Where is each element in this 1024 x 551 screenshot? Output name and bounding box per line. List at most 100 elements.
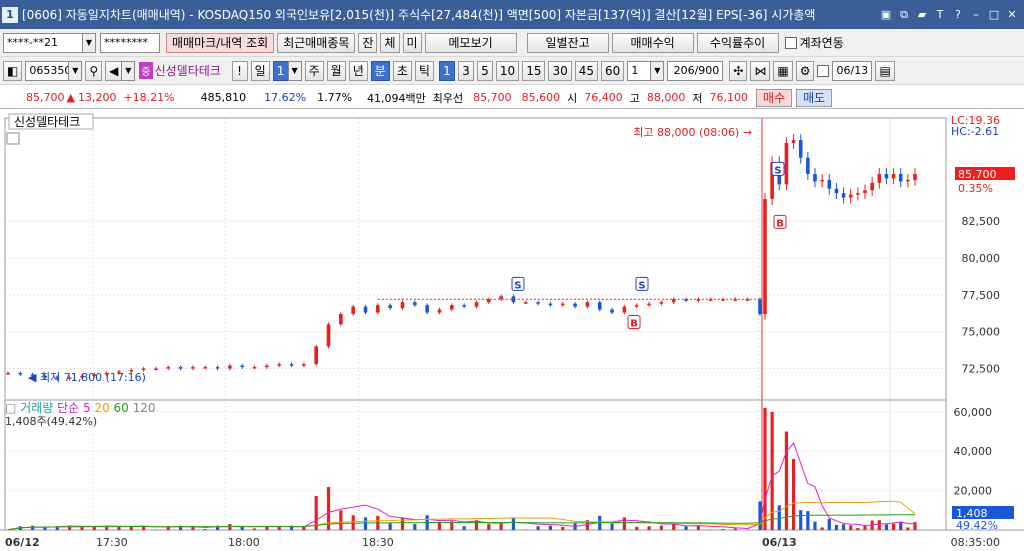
candle [178, 367, 183, 369]
candle [252, 367, 257, 369]
minute-15[interactable]: 15 [522, 60, 546, 81]
time-tick-label: 08:35:00 [951, 536, 1000, 549]
maximize-icon[interactable]: □ [986, 7, 1002, 23]
current-price-value: 85,700 [958, 168, 997, 181]
candle [536, 302, 540, 304]
candle [791, 140, 796, 144]
indicator-icon[interactable]: ⋈ [750, 60, 771, 81]
volume-bar [302, 526, 306, 530]
minute-1[interactable]: 1 [438, 60, 455, 81]
volume-bar [721, 529, 725, 530]
candle [548, 303, 553, 306]
buy-button[interactable]: 매수 [756, 88, 793, 107]
volume-bar [462, 526, 466, 530]
layout-icon[interactable]: ▣ [878, 7, 894, 23]
marker-label: B [776, 218, 784, 229]
minute-3[interactable]: 3 [457, 60, 474, 81]
period-month[interactable]: 월 [326, 60, 346, 81]
recent-trades-button[interactable]: 최근매매종목 [277, 32, 356, 53]
unexecuted-button[interactable]: 미 [402, 32, 422, 53]
candle [277, 364, 282, 366]
ask-price: 85,700 [473, 91, 512, 104]
interval-dropdown-icon[interactable]: ▼ [650, 60, 665, 81]
font-icon[interactable]: T [932, 7, 948, 23]
date-input[interactable]: 06/13 [832, 60, 873, 81]
stock-badge: 중 [139, 62, 153, 79]
profit-rate-button[interactable]: 수익률추이 [696, 32, 779, 53]
minute-60[interactable]: 60 [601, 60, 625, 81]
minimize-icon[interactable]: – [968, 7, 984, 23]
alert-button[interactable]: ! [231, 60, 248, 81]
trade-mark-button[interactable]: 매매마크/내역 조회 [166, 32, 275, 53]
volume-bar [684, 526, 688, 530]
minute-45[interactable]: 45 [574, 60, 599, 81]
help-icon[interactable]: ? [950, 7, 966, 23]
min-price-label: ◀ 최저 71,800 (17:16) [28, 371, 146, 384]
candle [906, 179, 910, 182]
low-price: 76,100 [709, 91, 749, 104]
account-link-checkbox[interactable] [784, 36, 797, 49]
period-second[interactable]: 초 [392, 60, 412, 81]
volume-current-pct: 49.42% [956, 519, 998, 532]
price-tick-label: 77,500 [962, 289, 1001, 302]
executed-button[interactable]: 체 [380, 32, 400, 53]
minute-10[interactable]: 10 [495, 60, 520, 81]
volume-note: 1,408주(49.42%) [5, 415, 97, 428]
copy-window-icon[interactable]: ⧉ [896, 7, 912, 23]
period-year[interactable]: 년 [348, 60, 368, 81]
current-price-pct: 0.35% [958, 182, 993, 195]
period-minute[interactable]: 분 [370, 60, 390, 81]
candle [610, 309, 614, 313]
candle [647, 303, 651, 306]
crosshair-icon[interactable]: ✣ [729, 60, 748, 81]
password-input[interactable]: ******** [100, 32, 160, 53]
sound-icon[interactable]: ◀ [105, 60, 123, 81]
memo-button[interactable]: 메모보기 [424, 32, 517, 53]
date-checkbox[interactable] [817, 64, 830, 77]
bookmark-icon[interactable]: ▰ [914, 7, 930, 23]
minute-5[interactable]: 5 [476, 60, 493, 81]
search-icon[interactable]: ⚲ [85, 60, 103, 81]
volume-bar [622, 517, 626, 530]
volume-bar [659, 525, 663, 530]
candle [6, 372, 10, 375]
time-tick-label: 06/12 [5, 536, 40, 549]
stock-code-input[interactable]: 065350 [25, 60, 71, 81]
period-day-count[interactable]: 1 [272, 60, 289, 81]
daily-balance-button[interactable]: 일별잔고 [526, 32, 609, 53]
period-day[interactable]: 일 [250, 60, 270, 81]
trade-profit-button[interactable]: 매매수익 [611, 32, 694, 53]
balance-button[interactable]: 잔 [358, 32, 378, 53]
day-count-dropdown-icon[interactable]: ▼ [287, 60, 302, 81]
candle [523, 302, 528, 304]
period-week[interactable]: 주 [304, 60, 324, 81]
candle [884, 174, 889, 179]
period-tick[interactable]: 틱 [414, 60, 434, 81]
chart-settings-icon[interactable]: ◧ [3, 60, 23, 81]
volume-bar [696, 525, 700, 530]
candle [376, 305, 380, 313]
sell-button[interactable]: 매도 [796, 88, 833, 107]
sound-dropdown-icon[interactable]: ▼ [121, 60, 136, 81]
gear-icon[interactable]: ⚙ [795, 60, 815, 81]
table-icon [6, 132, 20, 145]
calendar-icon[interactable]: ▤ [875, 60, 895, 81]
volume-bar [413, 524, 417, 530]
grid-icon[interactable]: ▦ [773, 60, 793, 81]
account-dropdown-icon[interactable]: ▼ [82, 32, 96, 53]
interval-input[interactable]: 1 [627, 60, 652, 81]
candle [400, 302, 405, 309]
price-tick-label: 80,000 [962, 252, 1001, 265]
account-input[interactable]: ****-**21 [3, 32, 83, 53]
candle [784, 143, 789, 185]
title-bar: 1 [0606] 자동일지차트(매매내역) - KOSDAQ150 외국인보유[… [0, 0, 1024, 29]
code-dropdown-icon[interactable]: ▼ [68, 60, 83, 81]
volume-tick-label: 40,000 [954, 445, 993, 458]
data-count-input[interactable]: 206/900 [667, 60, 724, 81]
minute-30[interactable]: 30 [548, 60, 572, 81]
price-chart[interactable]: 82,500 80,000 77,500 75,000 72,500 60,000 40,0… [0, 110, 1024, 551]
current-price: 85,700 [26, 91, 65, 104]
volume-bar [511, 517, 516, 530]
candle [141, 368, 146, 371]
close-icon[interactable]: ✕ [1004, 7, 1020, 23]
